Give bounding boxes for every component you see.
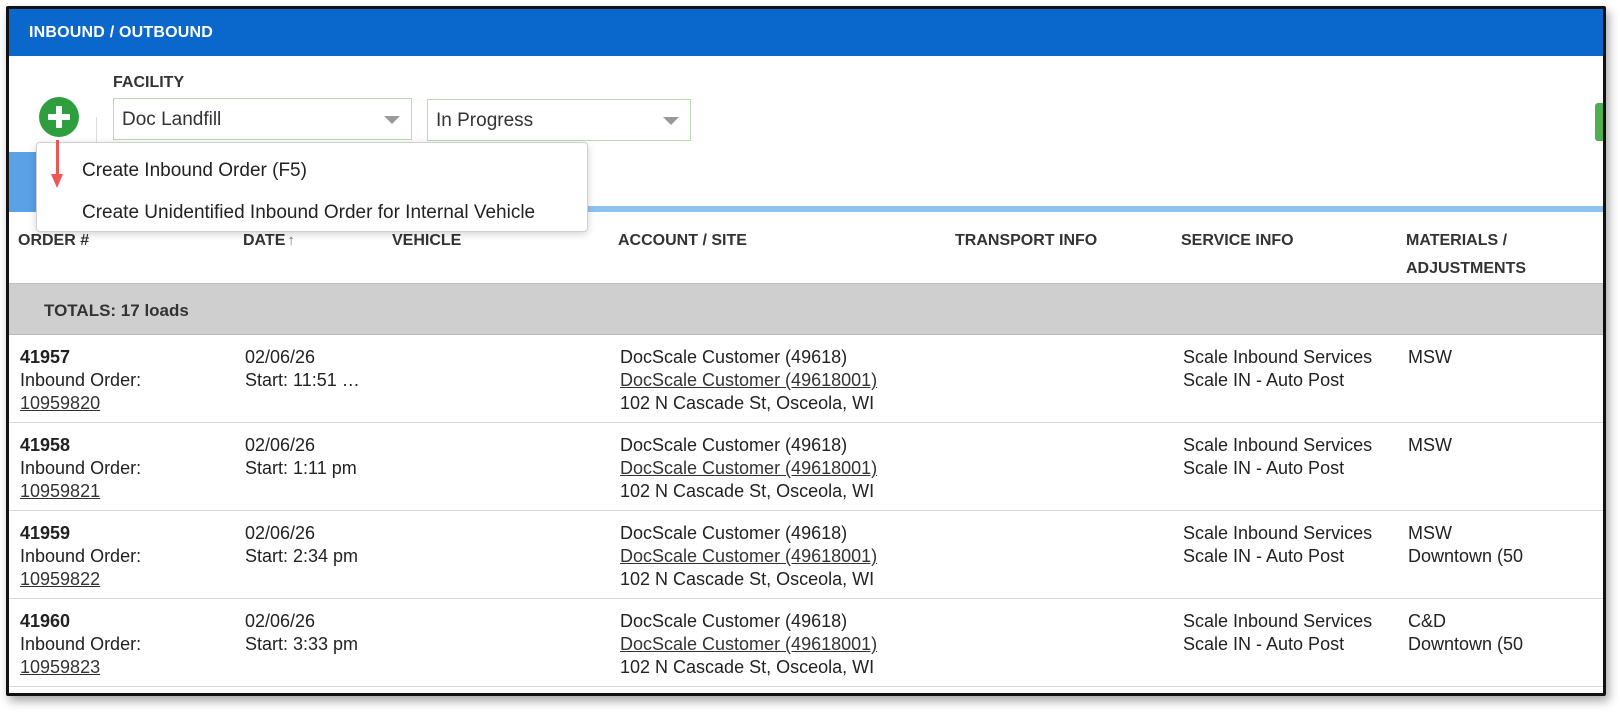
service-primary: Scale Inbound Services — [1183, 611, 1373, 631]
site-address: 102 N Cascade St, Osceola, WI — [620, 569, 875, 589]
account-cell: DocScale Customer (49618) DocScale Custo… — [620, 522, 877, 591]
order-cell: 41960 Inbound Order: 10959823 — [20, 610, 141, 679]
order-type-label: Inbound Order: — [20, 546, 142, 566]
account-cell: DocScale Customer (49618) DocScale Custo… — [620, 610, 877, 679]
action-button-edge[interactable] — [1595, 103, 1603, 141]
order-start-time: Start: 3:33 pm — [245, 634, 359, 654]
site-link[interactable]: DocScale Customer (49618001) — [620, 633, 877, 656]
service-primary: Scale Inbound Services — [1183, 347, 1373, 367]
tab-strip-edge — [9, 152, 39, 212]
account-name: DocScale Customer (49618) — [620, 611, 848, 631]
service-cell: Scale Inbound Services Scale IN - Auto P… — [1183, 610, 1372, 656]
order-cell: 41959 Inbound Order: 10959822 — [20, 522, 141, 591]
order-date: 02/06/26 — [245, 435, 316, 455]
material-primary: MSW — [1408, 347, 1452, 367]
site-link[interactable]: DocScale Customer (49618001) — [620, 545, 877, 568]
service-secondary: Scale IN - Auto Post — [1183, 370, 1345, 390]
order-type-label: Inbound Order: — [20, 370, 142, 390]
menu-item-create-inbound-order[interactable]: Create Inbound Order (F5) — [82, 160, 307, 182]
service-secondary: Scale IN - Auto Post — [1183, 458, 1345, 478]
site-link[interactable]: DocScale Customer (49618001) — [620, 369, 877, 392]
menu-item-create-unidentified-inbound-order[interactable]: Create Unidentified Inbound Order for In… — [82, 202, 535, 224]
order-number: 41960 — [20, 611, 71, 631]
service-cell: Scale Inbound Services Scale IN - Auto P… — [1183, 434, 1372, 480]
date-cell: 02/06/26 Start: 1:11 pm — [245, 434, 357, 480]
page-header: INBOUND / OUTBOUND — [9, 9, 1603, 56]
column-header-materials[interactable]: MATERIALS / ADJUSTMENTS — [1406, 227, 1526, 283]
order-number: 41958 — [20, 435, 71, 455]
service-secondary: Scale IN - Auto Post — [1183, 634, 1345, 654]
annotation-arrow-shaft — [56, 140, 59, 178]
account-cell: DocScale Customer (49618) DocScale Custo… — [620, 346, 877, 415]
table-row[interactable]: 41959 Inbound Order: 10959822 02/06/26 S… — [9, 512, 1603, 599]
add-order-menu: Create Inbound Order (F5) Create Unident… — [36, 142, 588, 232]
date-cell: 02/06/26 Start: 3:33 pm — [245, 610, 358, 656]
service-primary: Scale Inbound Services — [1183, 523, 1373, 543]
service-cell: Scale Inbound Services Scale IN - Auto P… — [1183, 522, 1372, 568]
site-address: 102 N Cascade St, Osceola, WI — [620, 481, 875, 501]
materials-cell: C&D Downtown (50 — [1408, 610, 1523, 656]
account-name: DocScale Customer (49618) — [620, 435, 848, 455]
account-cell: DocScale Customer (49618) DocScale Custo… — [620, 434, 877, 503]
totals-label: TOTALS: 17 loads — [44, 301, 189, 320]
column-header-date-label: DATE — [243, 232, 286, 249]
table-row[interactable]: 41958 Inbound Order: 10959821 02/06/26 S… — [9, 424, 1603, 511]
materials-cell: MSW Downtown (50 — [1408, 522, 1523, 568]
materials-cell: MSW — [1408, 434, 1452, 457]
order-cell: 41958 Inbound Order: 10959821 — [20, 434, 141, 503]
column-header-materials-line1: MATERIALS / — [1406, 232, 1508, 249]
service-cell: Scale Inbound Services Scale IN - Auto P… — [1183, 346, 1372, 392]
column-header-transport-info[interactable]: TRANSPORT INFO — [955, 227, 1097, 255]
order-link[interactable]: 10959823 — [20, 656, 141, 679]
facility-select[interactable]: Doc Landfill — [113, 98, 412, 140]
service-primary: Scale Inbound Services — [1183, 435, 1373, 455]
order-link[interactable]: 10959820 — [20, 392, 141, 415]
site-address: 102 N Cascade St, Osceola, WI — [620, 393, 875, 413]
order-start-time: Start: 2:34 pm — [245, 546, 359, 566]
account-name: DocScale Customer (49618) — [620, 523, 848, 543]
material-primary: MSW — [1408, 435, 1452, 455]
caret-down-icon — [663, 117, 679, 125]
order-link[interactable]: 10959821 — [20, 480, 141, 503]
order-start-time: Start: 11:51 … — [245, 370, 360, 390]
column-header-materials-line2: ADJUSTMENTS — [1406, 260, 1527, 277]
app-window: INBOUND / OUTBOUND FACILITY Doc Landfill… — [6, 6, 1606, 696]
date-cell: 02/06/26 Start: 11:51 … — [245, 346, 360, 392]
order-date: 02/06/26 — [245, 523, 316, 543]
page-title: INBOUND / OUTBOUND — [29, 24, 214, 41]
status-select[interactable]: In Progress — [427, 99, 691, 141]
order-number: 41959 — [20, 523, 71, 543]
annotation-arrow-icon — [51, 174, 63, 188]
add-order-button[interactable] — [39, 97, 79, 137]
order-start-time: Start: 1:11 pm — [245, 458, 357, 478]
totals-bar: TOTALS: 17 loads — [9, 283, 1603, 335]
order-number: 41957 — [20, 347, 71, 367]
column-header-account-site[interactable]: ACCOUNT / SITE — [618, 227, 747, 255]
table-row[interactable]: 41960 Inbound Order: 10959823 02/06/26 S… — [9, 600, 1603, 687]
order-type-label: Inbound Order: — [20, 634, 142, 654]
material-secondary: Downtown (50 — [1408, 634, 1524, 654]
order-cell: 41957 Inbound Order: 10959820 — [20, 346, 141, 415]
date-cell: 02/06/26 Start: 2:34 pm — [245, 522, 358, 568]
order-link[interactable]: 10959822 — [20, 568, 141, 591]
order-type-label: Inbound Order: — [20, 458, 142, 478]
account-name: DocScale Customer (49618) — [620, 347, 848, 367]
material-primary: MSW — [1408, 523, 1452, 543]
materials-cell: MSW — [1408, 346, 1452, 369]
service-secondary: Scale IN - Auto Post — [1183, 546, 1345, 566]
status-select-value: In Progress — [436, 110, 534, 131]
order-date: 02/06/26 — [245, 347, 316, 367]
table-row[interactable]: 41957 Inbound Order: 10959820 02/06/26 S… — [9, 336, 1603, 423]
material-primary: C&D — [1408, 611, 1447, 631]
facility-label: FACILITY — [113, 74, 185, 91]
site-link[interactable]: DocScale Customer (49618001) — [620, 457, 877, 480]
order-date: 02/06/26 — [245, 611, 316, 631]
caret-down-icon — [384, 116, 400, 124]
facility-select-value: Doc Landfill — [122, 109, 222, 130]
material-secondary: Downtown (50 — [1408, 546, 1524, 566]
column-header-service-info[interactable]: SERVICE INFO — [1181, 227, 1294, 255]
site-address: 102 N Cascade St, Osceola, WI — [620, 657, 875, 677]
